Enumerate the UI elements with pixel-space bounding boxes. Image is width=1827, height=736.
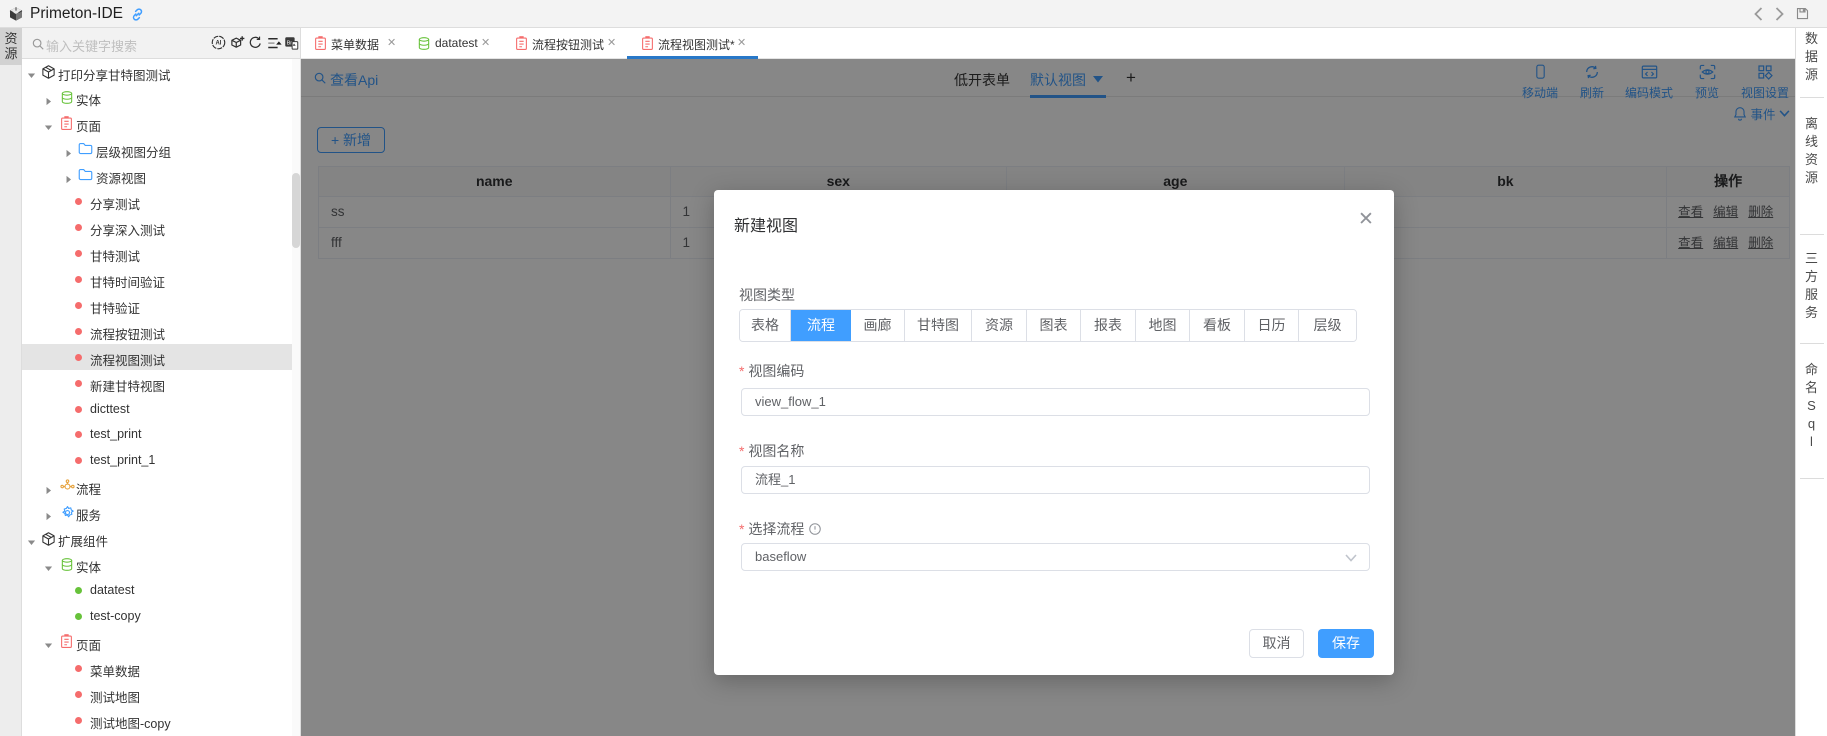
svg-text:AI: AI (216, 41, 222, 47)
